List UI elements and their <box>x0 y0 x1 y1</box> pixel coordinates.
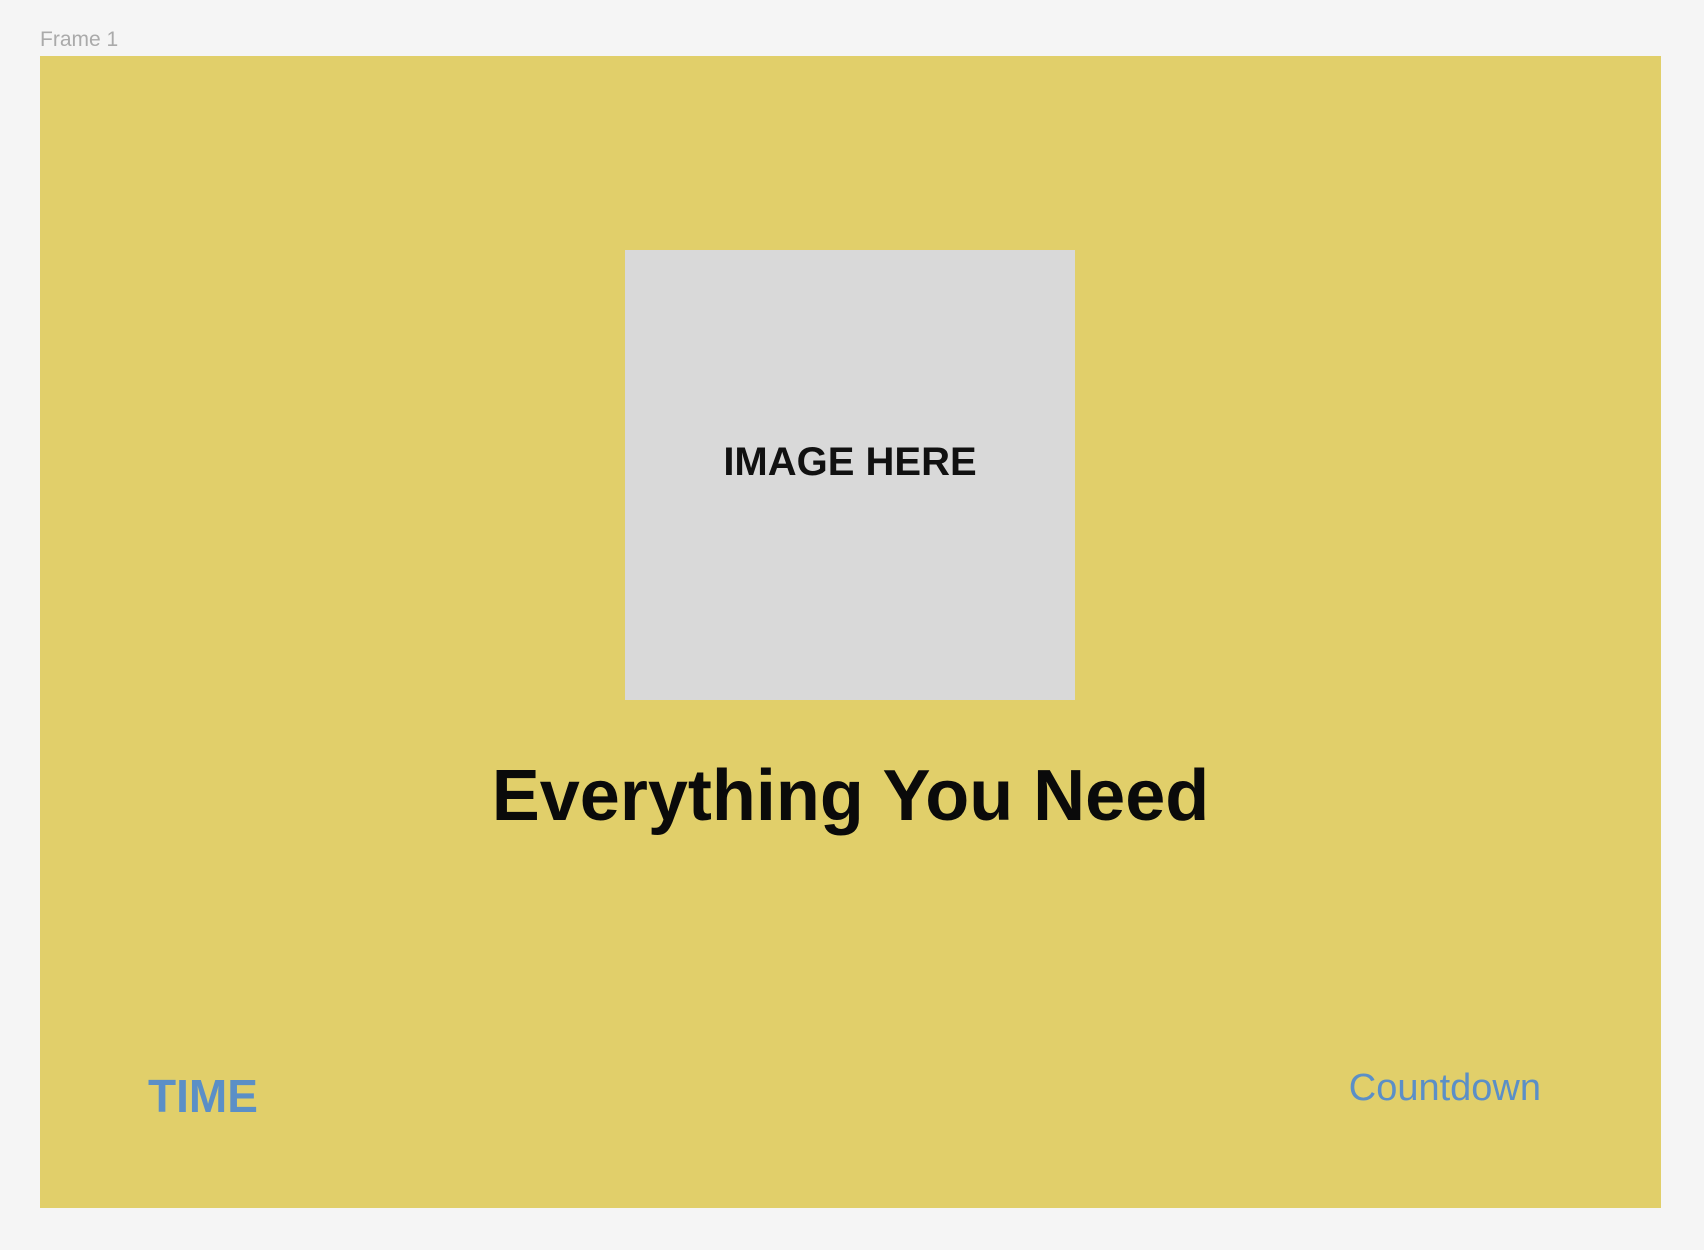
frame[interactable]: IMAGE HERE Everything You Need TIME Coun… <box>40 56 1661 1208</box>
headline: Everything You Need <box>491 756 1210 836</box>
countdown-label: Countdown <box>1348 1067 1541 1109</box>
design-canvas: Frame 1 IMAGE HERE Everything You Need T… <box>0 0 1704 1250</box>
frame-label[interactable]: Frame 1 <box>40 26 118 54</box>
image-placeholder[interactable]: IMAGE HERE <box>625 250 1075 700</box>
time-label: TIME <box>148 1070 258 1122</box>
image-placeholder-text: IMAGE HERE <box>723 439 977 484</box>
